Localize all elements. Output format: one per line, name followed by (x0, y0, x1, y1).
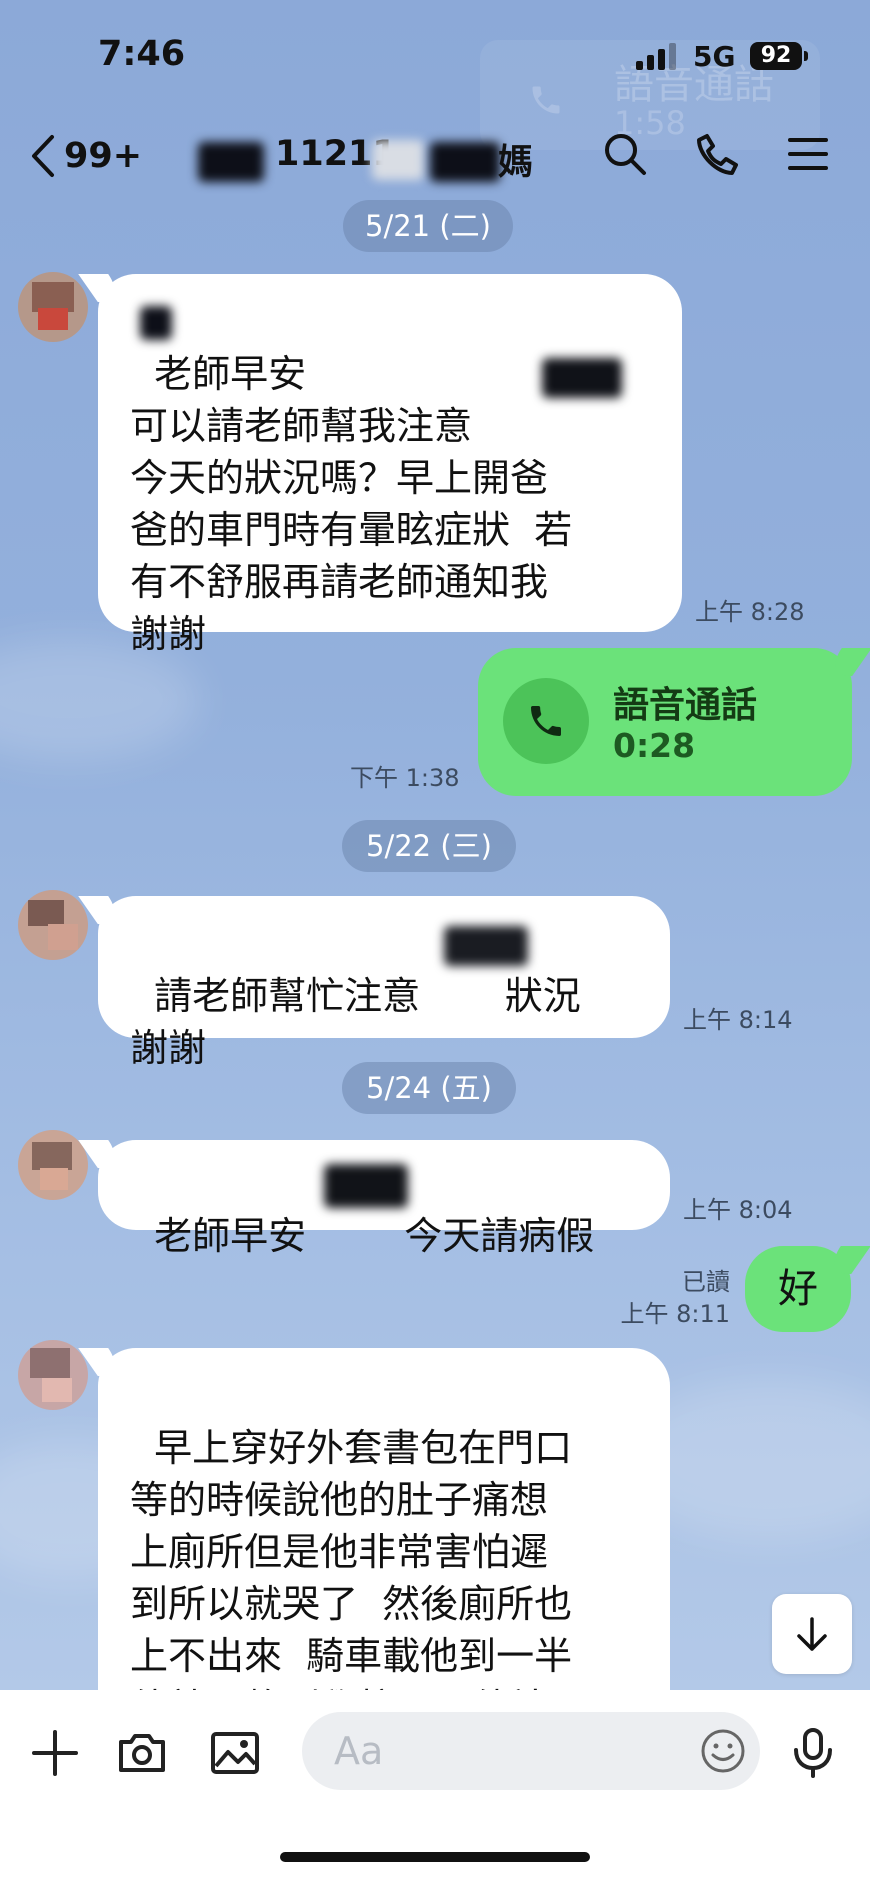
status-time: 7:46 (98, 34, 186, 74)
redacted-name (324, 1164, 408, 1208)
date-separator: 5/24 (五) (342, 1062, 516, 1114)
redacted-name (140, 306, 172, 340)
phone-icon (531, 706, 561, 736)
message-time: 上午 8:28 (695, 598, 805, 626)
call-label: 語音通話 (613, 685, 758, 726)
call-icon-circle (503, 678, 589, 764)
unread-count: 99+ (64, 136, 143, 176)
avatar[interactable] (18, 1340, 88, 1410)
redacted-name (198, 142, 264, 182)
message-bubble[interactable]: 老師早安 可以請老師幫我注意 今天的狀況嗎？早上開爸 爸的車門時有暈眩症狀 若 … (98, 274, 682, 656)
battery-tip (804, 51, 808, 61)
redacted-name (444, 926, 528, 966)
message-bubble[interactable]: 好 (745, 1246, 851, 1332)
search-icon[interactable] (601, 130, 649, 178)
home-indicator (280, 1852, 590, 1862)
signal-icon (636, 42, 678, 70)
message-input[interactable] (302, 1712, 760, 1790)
phone-icon[interactable] (693, 130, 741, 178)
message-time: 上午 8:04 (683, 1196, 793, 1224)
scroll-to-bottom-button[interactable] (772, 1594, 852, 1674)
message-text: 老師早安 (154, 1214, 307, 1258)
chat-title-suffix: 媽 (498, 143, 534, 183)
message-text: 今天請病假 (404, 1214, 595, 1258)
camera-icon[interactable] (115, 1726, 169, 1780)
redacted-name (542, 358, 622, 398)
avatar[interactable] (18, 272, 88, 342)
voice-call-bubble[interactable]: 語音通話 0:28 (478, 648, 852, 796)
message-time: 下午 1:38 (350, 764, 460, 792)
menu-icon[interactable] (784, 130, 832, 178)
phone-icon (532, 86, 560, 114)
call-duration: 0:28 (613, 726, 696, 765)
read-receipt: 已讀 (682, 1268, 730, 1296)
network-type: 5G (693, 40, 736, 73)
message-bubble[interactable]: 請老師幫忙注意 狀況 謝謝 (98, 896, 670, 1070)
image-icon[interactable] (208, 1726, 262, 1780)
battery-icon: 92 (750, 42, 802, 70)
arrow-down-icon (797, 1617, 827, 1651)
redacted-name (430, 142, 500, 182)
avatar[interactable] (18, 1130, 88, 1200)
message-text: 老師早安 可以請老師幫我注意 今天的狀況嗎？早上開爸 爸的車門時有暈眩症狀 若 … (130, 352, 573, 656)
emoji-icon[interactable] (698, 1726, 748, 1776)
plus-icon[interactable] (28, 1726, 82, 1780)
date-separator: 5/21 (二) (343, 200, 513, 252)
redacted-name (372, 140, 424, 180)
message-time: 上午 8:11 (620, 1300, 730, 1328)
back-button[interactable]: 99+ (30, 130, 156, 182)
message-time: 上午 8:14 (683, 1006, 793, 1034)
message-text: 早上穿好外套書包在門口 等的時候說他的肚子痛想 上廁所但是他非常害怕遲 到所以就… (130, 1426, 573, 1730)
microphone-icon[interactable] (786, 1726, 840, 1780)
message-bubble[interactable]: 早上穿好外套書包在門口 等的時候說他的肚子痛想 上廁所但是他非常害怕遲 到所以就… (98, 1348, 670, 1730)
avatar[interactable] (18, 890, 88, 960)
chevron-left-icon (32, 135, 54, 177)
date-separator: 5/22 (三) (342, 820, 516, 872)
message-text: 好 (778, 1266, 818, 1312)
